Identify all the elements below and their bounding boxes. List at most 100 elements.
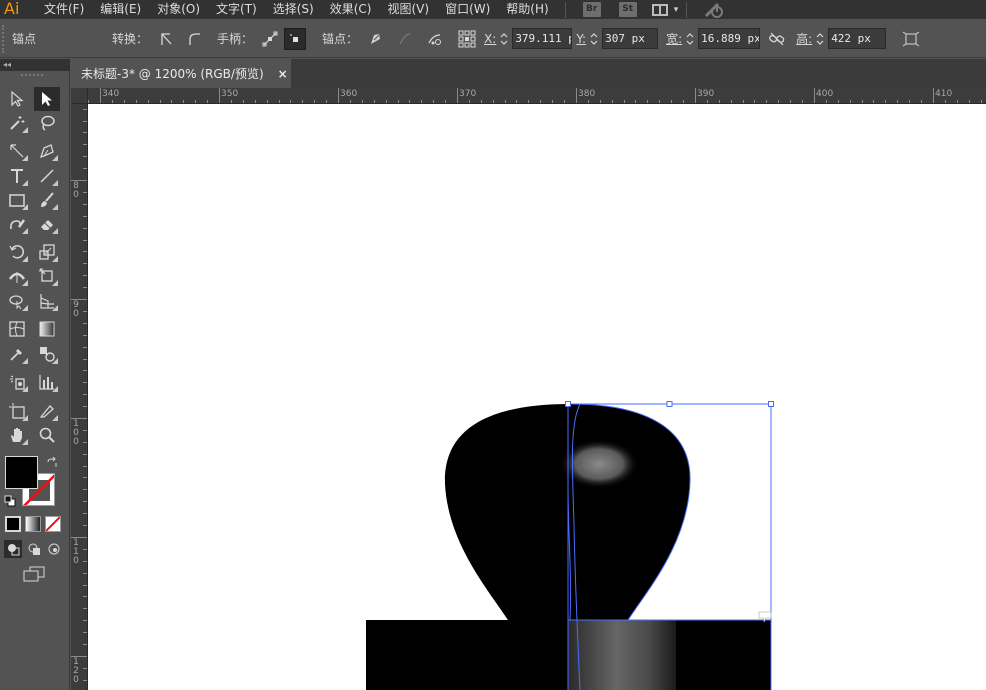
height-field[interactable]: 422 px (828, 28, 887, 49)
default-fill-stroke-icon[interactable] (4, 495, 16, 507)
reference-point-button[interactable] (456, 28, 478, 50)
color-button[interactable] (5, 516, 21, 532)
menu-help[interactable]: 帮助(H) (498, 0, 556, 19)
shape-builder-tool[interactable] (4, 289, 30, 313)
convert-to-corner-button[interactable] (155, 28, 177, 50)
hand-tool[interactable] (4, 423, 30, 447)
artboard-icon (9, 403, 25, 419)
stock-button[interactable]: St (618, 2, 637, 17)
draw-behind-button[interactable] (25, 540, 43, 558)
convert-to-smooth-button[interactable] (183, 28, 205, 50)
zoom-tool[interactable] (34, 423, 60, 447)
selection-arrow-icon (11, 90, 24, 107)
artboard-tool[interactable] (4, 399, 30, 423)
hand-icon (11, 428, 22, 442)
draw-normal-button[interactable] (4, 540, 22, 558)
perspective-grid-tool[interactable] (34, 289, 60, 313)
swap-fill-stroke-icon[interactable] (46, 457, 58, 469)
menu-effect[interactable]: 效果(C) (322, 0, 380, 19)
gradient-tool[interactable] (34, 317, 60, 341)
slice-tool[interactable] (34, 399, 60, 423)
ruler-origin[interactable] (71, 88, 88, 104)
control-bar-grip[interactable] (2, 24, 6, 53)
type-tool[interactable] (4, 164, 30, 188)
app-logo: Ai (4, 0, 20, 18)
hide-handles-button[interactable] (284, 27, 307, 50)
height-stepper[interactable] (812, 28, 828, 49)
connect-anchors-button[interactable] (394, 28, 416, 50)
free-transform-tool[interactable] (34, 264, 60, 288)
rotate-tool[interactable] (4, 240, 30, 264)
y-field[interactable]: 307 px (602, 28, 659, 49)
bulb-highlight[interactable] (559, 439, 639, 489)
symbol-sprayer-tool[interactable] (4, 370, 30, 394)
document-tab[interactable]: 未标题-3* @ 1200% (RGB/预览) × (71, 59, 291, 88)
eyedropper-icon (10, 349, 22, 361)
blend-tool[interactable] (34, 342, 60, 366)
handle-top-middle[interactable] (666, 401, 673, 407)
paintbrush-tool[interactable] (34, 188, 60, 212)
shape-builder-icon (9, 295, 23, 310)
document-tab-bar: 未标题-3* @ 1200% (RGB/预览) × (71, 59, 986, 88)
eyedropper-tool[interactable] (4, 342, 30, 366)
line-tool[interactable] (34, 164, 60, 188)
gradient-button[interactable] (25, 516, 41, 532)
y-stepper[interactable] (586, 28, 602, 49)
none-button[interactable] (45, 516, 61, 532)
handle-top-left[interactable] (565, 401, 571, 407)
tools-collapse-button[interactable]: ◂◂ (0, 59, 70, 71)
eraser-tool[interactable] (34, 212, 60, 236)
column-graph-tool[interactable] (34, 370, 60, 394)
menu-file[interactable]: 文件(F) (36, 0, 92, 19)
anchor-line-icon (10, 144, 24, 158)
remove-anchor-button[interactable] (364, 28, 386, 50)
x-field[interactable]: 379.111 p (512, 28, 573, 49)
arrange-documents-button[interactable]: ▾ (651, 3, 678, 16)
direct-selection-tool[interactable] (34, 87, 60, 111)
cut-path-button[interactable] (424, 28, 446, 50)
curvature-tool[interactable] (4, 139, 30, 163)
close-tab-icon[interactable]: × (278, 67, 288, 81)
show-handles-button[interactable] (259, 28, 281, 50)
transform-each-button[interactable] (900, 28, 922, 50)
menu-window[interactable]: 窗口(W) (437, 0, 498, 19)
neck-gradient[interactable] (568, 620, 676, 690)
constrain-proportions-button[interactable] (766, 28, 788, 50)
width-tool[interactable] (4, 264, 30, 288)
artwork[interactable] (88, 104, 986, 690)
direct-selection-arrow-icon (42, 92, 52, 106)
shaper-tool[interactable] (4, 212, 30, 236)
height-label: 高: (796, 32, 813, 46)
draw-normal-icon (8, 544, 20, 556)
artboard-canvas[interactable] (88, 104, 986, 690)
show-handles-icon (262, 31, 278, 46)
menu-object[interactable]: 对象(O) (149, 0, 208, 19)
rectangle-tool[interactable] (4, 188, 30, 212)
width-label: 宽: (666, 32, 683, 46)
width-stepper[interactable] (682, 28, 698, 49)
perspective-grid-icon (40, 294, 54, 309)
horizontal-ruler[interactable]: 340 350 360 370 380 390 400 410 (88, 88, 986, 104)
corner-point-icon (161, 32, 172, 45)
menu-type[interactable]: 文字(T) (208, 0, 265, 19)
menu-edit[interactable]: 编辑(E) (92, 0, 149, 19)
gpu-performance-icon[interactable] (703, 1, 725, 19)
magic-wand-tool[interactable] (4, 111, 30, 135)
fill-swatch[interactable] (5, 456, 38, 489)
menu-view[interactable]: 视图(V) (379, 0, 437, 19)
bridge-button[interactable]: Br (582, 2, 601, 17)
pen-tool[interactable] (34, 139, 60, 163)
tools-panel-grip[interactable] (21, 74, 43, 76)
x-stepper[interactable] (496, 28, 512, 49)
vertical-ruler[interactable]: 80 90 100 110 120 (71, 104, 88, 690)
transform-bounds-icon (902, 31, 920, 46)
scale-tool[interactable] (34, 240, 60, 264)
lasso-tool[interactable] (34, 111, 60, 135)
menu-select[interactable]: 选择(S) (265, 0, 322, 19)
mesh-tool[interactable] (4, 317, 30, 341)
handle-top-right[interactable] (768, 401, 774, 407)
selection-tool[interactable] (4, 87, 30, 111)
screen-mode-button[interactable] (21, 565, 47, 583)
width-field[interactable]: 16.889 px (698, 28, 761, 49)
draw-inside-button[interactable] (45, 540, 63, 558)
